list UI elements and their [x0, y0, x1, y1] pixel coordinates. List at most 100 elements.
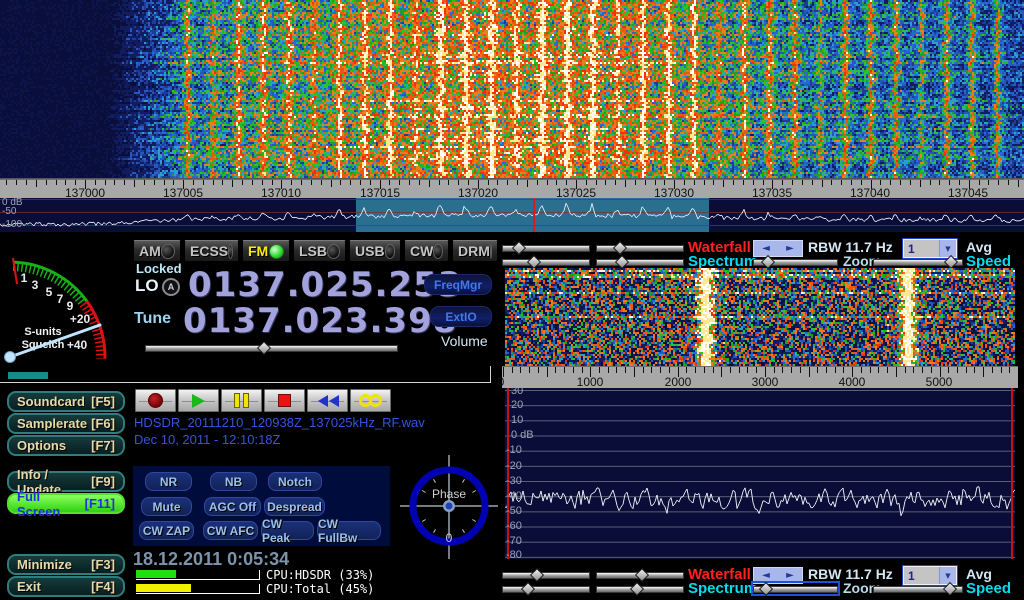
tune-cursor-line — [533, 198, 535, 232]
chevron-down-icon[interactable]: ▼ — [939, 240, 956, 257]
audio-frequency-ruler[interactable]: 0 1000 2000 3000 4000 5000 — [502, 366, 1018, 388]
freq-tick-label: 4000 — [830, 375, 874, 389]
strip-db-label: -50 — [2, 206, 16, 217]
wf-brightness-slider-top[interactable] — [502, 242, 590, 253]
locked-label: Locked — [136, 261, 182, 276]
db-label: -40 — [506, 490, 522, 502]
samplerate-button[interactable]: Samplerate[F6] — [6, 412, 126, 433]
mode-button-usb[interactable]: USB — [349, 240, 401, 262]
panel-divider — [490, 366, 491, 383]
fullscreen-button[interactable]: Full Screen[F11] — [6, 492, 126, 513]
main-frequency-ruler[interactable]: 137000 137005 137010 137015 137020 13702… — [0, 178, 1024, 199]
nr-button[interactable]: NR — [145, 472, 192, 491]
phase-scope: Phase 0 — [400, 455, 498, 559]
mode-button-ecss[interactable]: ECSS — [184, 240, 239, 262]
tune-frequency-value[interactable]: 0137.023.398 — [183, 301, 457, 341]
loop-button[interactable] — [350, 389, 391, 412]
sp-brightness-slider-bottom[interactable] — [502, 583, 590, 594]
cw-fullbw-button[interactable]: CW FullBw — [317, 521, 381, 540]
pause-button[interactable] — [221, 389, 262, 412]
loop-icon — [359, 394, 382, 407]
main-spectrum-strip[interactable]: 0 dB -50 -100 — [0, 198, 1024, 232]
arrow-right-icon[interactable]: ► — [786, 244, 794, 254]
speed-label-bottom: Speed — [966, 580, 1011, 597]
chevron-down-icon[interactable]: ▼ — [939, 567, 956, 584]
band-edge-line-left — [507, 388, 509, 559]
cw-peak-button[interactable]: CW Peak — [261, 521, 314, 540]
speed-slider-bottom[interactable] — [873, 583, 963, 594]
db-label: -50 — [506, 505, 522, 517]
mode-led-on — [269, 244, 284, 259]
volume-slider[interactable] — [145, 342, 398, 353]
mode-led — [327, 244, 340, 259]
db-label: -30 — [506, 475, 522, 487]
wf-brightness-slider-bottom[interactable] — [502, 569, 590, 580]
agc-button[interactable]: AGC Off — [204, 497, 261, 516]
cw-zap-button[interactable]: CW ZAP — [139, 521, 194, 540]
wf-contrast-slider-bottom[interactable] — [596, 569, 684, 580]
record-button[interactable] — [135, 389, 176, 412]
db-label: -10 — [506, 444, 522, 456]
sp-contrast-slider-bottom[interactable] — [596, 583, 684, 594]
minimize-button[interactable]: Minimize[F3] — [6, 553, 126, 574]
record-icon — [148, 393, 163, 408]
notch-button[interactable]: Notch — [268, 472, 322, 491]
hdsdr-window: 137000 137005 137010 137015 137020 13702… — [0, 0, 1024, 600]
audio-waterfall-display[interactable] — [505, 268, 1015, 366]
db-label: -70 — [506, 535, 522, 547]
nb-button[interactable]: NB — [210, 472, 257, 491]
wf-contrast-slider-top[interactable] — [596, 242, 684, 253]
db-label: 20 — [511, 399, 523, 411]
play-button[interactable] — [178, 389, 219, 412]
zoom-slider-bottom[interactable] — [753, 583, 838, 594]
cpu-total-fill — [136, 584, 191, 592]
db-label: 0 dB — [511, 429, 534, 441]
zoom-slider-top[interactable] — [753, 256, 838, 267]
mode-button-fm[interactable]: FM — [242, 240, 290, 262]
db-label: -60 — [506, 520, 522, 532]
band-edge-line-right — [1011, 388, 1013, 559]
cw-afc-button[interactable]: CW AFC — [203, 521, 258, 540]
mode-button-am[interactable]: AM — [133, 240, 181, 262]
mode-button-cw[interactable]: CW — [404, 240, 449, 262]
freq-tick-label: 2000 — [656, 375, 700, 389]
db-label: 10 — [511, 414, 523, 426]
spectrum-label-bottom: Spectrum — [688, 580, 757, 597]
db-label: -80 — [506, 549, 522, 561]
db-label: 30 — [511, 385, 523, 397]
lo-auto-badge[interactable]: A — [162, 278, 180, 296]
cpu-hdsdr-bar — [136, 570, 260, 580]
speed-slider-top[interactable] — [873, 256, 963, 267]
stop-icon — [278, 394, 291, 407]
volume-label: Volume — [441, 333, 488, 349]
arrow-left-icon[interactable]: ◄ — [762, 571, 770, 581]
squelch-level-bar[interactable] — [8, 372, 48, 379]
arrow-right-icon[interactable]: ► — [786, 571, 794, 581]
extio-button[interactable]: ExtIO — [430, 306, 492, 327]
mute-button[interactable]: Mute — [141, 497, 192, 516]
despread-button[interactable]: Despread — [264, 497, 325, 516]
band-scroll-spinner-bottom[interactable]: ◄► — [753, 567, 803, 584]
stop-button[interactable] — [264, 389, 305, 412]
mode-button-lsb[interactable]: LSB — [293, 240, 346, 262]
rewind-button[interactable] — [307, 389, 348, 412]
db-label: -20 — [506, 460, 522, 472]
options-button[interactable]: Options[F7] — [6, 434, 126, 455]
cpu-hdsdr-fill — [136, 570, 176, 578]
arrow-left-icon[interactable]: ◄ — [762, 244, 770, 254]
sp-brightness-slider-top[interactable] — [502, 256, 590, 267]
phase-value: 0 — [439, 531, 459, 545]
band-scroll-spinner-top[interactable]: ◄► — [753, 240, 803, 257]
mode-led — [433, 244, 443, 259]
audio-spectrum-display[interactable]: 30 20 10 0 dB -10 -20 -30 -40 -50 -60 -7… — [505, 388, 1015, 559]
mode-led — [385, 244, 395, 259]
strip-db-label: -100 — [2, 219, 22, 230]
freq-tick-label: 0 — [495, 375, 507, 389]
main-waterfall-display[interactable] — [0, 0, 1024, 178]
mode-button-drm[interactable]: DRM — [452, 240, 498, 262]
sp-contrast-slider-top[interactable] — [596, 256, 684, 267]
freqmgr-button[interactable]: FreqMgr — [424, 274, 492, 295]
soundcard-button[interactable]: Soundcard[F5] — [6, 390, 126, 411]
exit-button[interactable]: Exit[F4] — [6, 575, 126, 596]
lo-frequency-value[interactable]: 0137.025.253 — [188, 265, 462, 305]
